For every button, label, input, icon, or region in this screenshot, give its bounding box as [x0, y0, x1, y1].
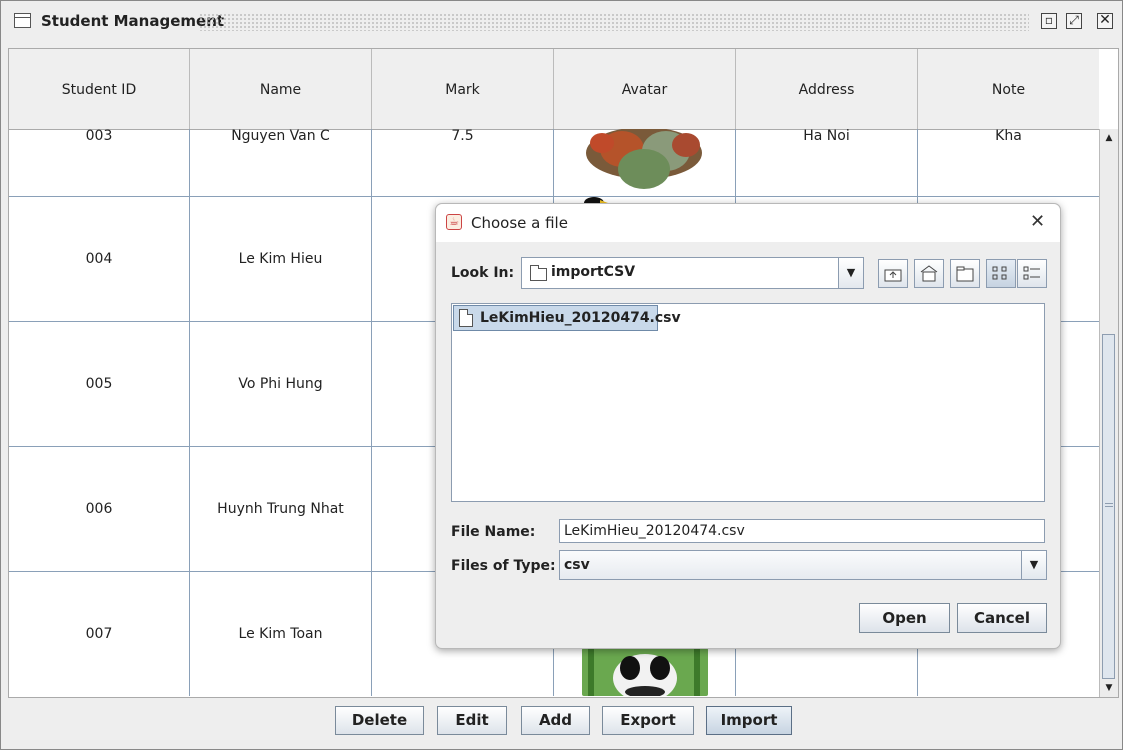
- chevron-down-icon[interactable]: ▼: [838, 258, 863, 288]
- cell-student-id: 007: [9, 572, 190, 696]
- cell-note: Kha: [995, 129, 1022, 144]
- avatar-image-plants: [586, 129, 702, 189]
- new-folder-icon: [956, 266, 974, 282]
- look-in-combo[interactable]: importCSV ▼: [521, 257, 864, 289]
- home-icon: [920, 265, 938, 282]
- scroll-down-icon[interactable]: ▼: [1100, 679, 1118, 697]
- look-in-value: importCSV: [551, 264, 636, 280]
- new-folder-button[interactable]: [950, 259, 980, 288]
- action-bar: Delete Edit Add Export Import: [2, 698, 1121, 748]
- files-of-type-value: csv: [564, 557, 590, 573]
- cell-name: Le Kim Hieu: [190, 197, 372, 321]
- cell-student-id: 006: [9, 447, 190, 571]
- edit-button[interactable]: Edit: [437, 706, 507, 735]
- cell-name: Huynh Trung Nhat: [190, 447, 372, 571]
- vertical-scrollbar[interactable]: ▲ ▼: [1099, 129, 1118, 697]
- chevron-down-icon[interactable]: ▼: [1021, 551, 1046, 579]
- maximize-icon[interactable]: ⤢: [1066, 13, 1082, 29]
- look-in-label: Look In:: [451, 265, 515, 281]
- table-header: Student ID Name Mark Avatar Address Note: [9, 49, 1099, 130]
- cell-name: Vo Phi Hung: [190, 322, 372, 446]
- column-header-address[interactable]: Address: [736, 49, 918, 129]
- file-item-selected[interactable]: LeKimHieu_20120474.csv: [453, 305, 681, 331]
- column-header-mark[interactable]: Mark: [372, 49, 554, 129]
- home-button[interactable]: [914, 259, 944, 288]
- file-item-label: LeKimHieu_20120474.csv: [480, 310, 681, 326]
- scroll-thumb[interactable]: [1102, 334, 1115, 679]
- list-view-icon: [992, 266, 1007, 280]
- table-row[interactable]: 003 Nguyen Van C 7.5 Ha Noi Kha: [9, 129, 1099, 197]
- java-icon: ☕: [446, 214, 462, 230]
- up-one-level-button[interactable]: [878, 259, 908, 288]
- dialog-title: Choose a file: [471, 214, 568, 232]
- cell-mark: 7.5: [372, 129, 554, 196]
- cell-address: Ha Noi: [736, 129, 918, 196]
- minimize-icon[interactable]: ▫: [1041, 13, 1057, 29]
- files-of-type-label: Files of Type:: [451, 558, 556, 574]
- column-header-note[interactable]: Note: [918, 49, 1099, 129]
- export-button[interactable]: Export: [602, 706, 694, 735]
- window-title: Student Management: [41, 12, 225, 30]
- cell-name: Le Kim Toan: [190, 572, 372, 696]
- column-header-student-id[interactable]: Student ID: [9, 49, 190, 129]
- delete-button[interactable]: Delete: [335, 706, 424, 735]
- cancel-button[interactable]: Cancel: [957, 603, 1047, 633]
- column-header-name[interactable]: Name: [190, 49, 372, 129]
- dialog-close-icon[interactable]: ✕: [1030, 213, 1045, 231]
- files-of-type-combo[interactable]: csv ▼: [559, 550, 1047, 580]
- file-name-input[interactable]: [559, 519, 1045, 543]
- avatar-image-panda: [582, 648, 708, 696]
- title-bar[interactable]: Student Management ▫ ⤢ ✕: [2, 2, 1121, 40]
- up-folder-icon: [884, 269, 902, 282]
- file-chooser-dialog: ☕ Choose a file ✕ Look In: importCSV ▼ L…: [435, 203, 1061, 649]
- file-name-label: File Name:: [451, 524, 536, 540]
- list-view-button[interactable]: [986, 259, 1016, 288]
- add-button[interactable]: Add: [521, 706, 590, 735]
- cell-student-id: 005: [9, 322, 190, 446]
- column-header-avatar[interactable]: Avatar: [554, 49, 736, 129]
- window-icon: [14, 13, 31, 28]
- close-icon[interactable]: ✕: [1097, 13, 1113, 29]
- details-view-button[interactable]: [1017, 259, 1047, 288]
- file-list[interactable]: LeKimHieu_20120474.csv: [451, 303, 1045, 502]
- open-button[interactable]: Open: [859, 603, 950, 633]
- import-button[interactable]: Import: [706, 706, 792, 735]
- cell-name: Nguyen Van C: [190, 129, 372, 196]
- cell-avatar: [554, 129, 736, 196]
- title-grip: [199, 13, 1029, 31]
- scroll-up-icon[interactable]: ▲: [1100, 129, 1118, 147]
- file-icon: [459, 309, 473, 327]
- dialog-title-bar[interactable]: ☕ Choose a file ✕: [436, 204, 1060, 242]
- cell-student-id: 003: [9, 129, 190, 196]
- details-view-icon: [1023, 266, 1040, 280]
- cell-student-id: 004: [9, 197, 190, 321]
- folder-icon: [530, 265, 547, 281]
